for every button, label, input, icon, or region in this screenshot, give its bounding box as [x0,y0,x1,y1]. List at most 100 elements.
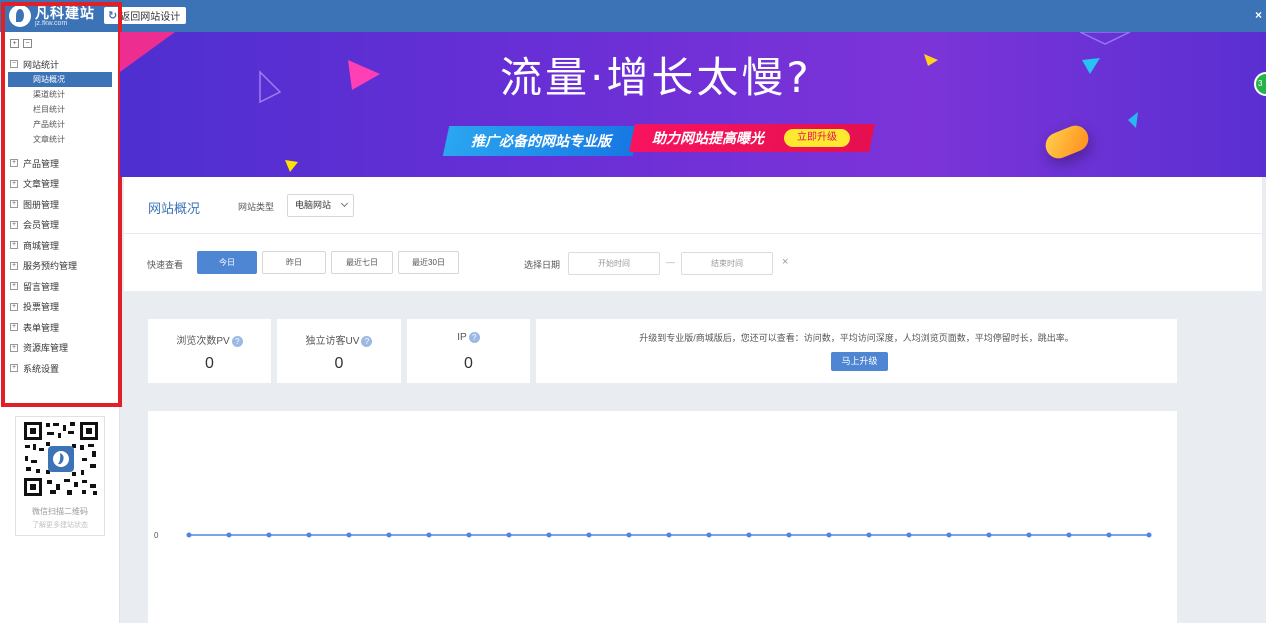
sidebar-subitem-article-stats[interactable]: 文章统计 [0,132,120,147]
upgrade-banner[interactable]: 流量·增长太慢? 推广必备的网站专业版 助力网站提高曝光 立即升级 3 [120,32,1266,177]
data-point[interactable] [1066,532,1072,538]
data-point[interactable] [826,532,832,538]
logo[interactable]: 凡科建站 jz.fkw.com [9,4,109,28]
expand-icon[interactable]: + [10,343,18,352]
expand-icon[interactable]: + [10,220,18,229]
upgrade-now-button[interactable]: 马上升级 [831,352,888,371]
sidebar-item-messages[interactable]: + 留言管理 [0,276,120,297]
data-point[interactable] [626,532,632,538]
expand-icon[interactable]: + [10,261,18,270]
sidebar-item-booking[interactable]: + 服务预约管理 [0,256,120,277]
start-date-input[interactable]: 开始时间 [568,252,660,275]
data-point[interactable] [506,532,512,538]
expand-icon[interactable]: + [10,323,18,332]
sidebar-item-forms[interactable]: + 表单管理 [0,317,120,338]
data-point[interactable] [866,532,872,538]
last-7-days-button[interactable]: 最近七日 [331,251,393,274]
qr-subcaption: 了解更多建站状态 [32,522,88,529]
data-point[interactable] [1146,532,1152,538]
expand-icon[interactable]: + [10,200,18,209]
top-bar: 凡科建站 jz.fkw.com ↻ 返回网站设计 × [0,0,1266,32]
help-icon[interactable]: ? [231,335,243,347]
logo-icon [9,5,31,27]
upgrade-text: 升级到专业版/商城版后，您还可以查看：访问数，平均访问深度，人均浏览页面数，平均… [639,333,1074,343]
expand-all-icon[interactable]: + [10,39,19,48]
refresh-icon: ↻ [108,10,118,22]
close-icon[interactable]: × [1255,8,1262,22]
site-stats-submenu: 网站概况 渠道统计 栏目统计 产品统计 文章统计 [0,72,120,147]
data-point[interactable] [266,532,272,538]
data-point[interactable] [466,532,472,538]
expand-icon[interactable]: + [10,179,18,188]
expand-icon[interactable]: + [10,159,18,168]
today-button[interactable]: 今日 [197,251,257,274]
data-point[interactable] [546,532,552,538]
ip-value: 0 [464,355,473,372]
data-point[interactable] [906,532,912,538]
sidebar-item-settings[interactable]: + 系统设置 [0,358,120,379]
help-icon[interactable]: ? [361,335,373,347]
visits-line-chart: 0 [154,531,1152,540]
last-30-days-button[interactable]: 最近30日 [398,251,459,274]
chart-panel: 0 [148,411,1177,623]
sidebar-subitem-overview[interactable]: 网站概况 [8,72,112,87]
sidebar-item-label: 文章管理 [23,179,60,190]
sidebar-item-label: 投票管理 [23,302,60,313]
uv-value: 0 [334,355,344,372]
ip-card: IP? 0 [407,319,530,383]
sidebar-item-mall[interactable]: + 商城管理 [0,235,120,256]
sidebar-item-articles[interactable]: + 文章管理 [0,174,120,195]
uv-label: 独立访客UV [305,336,360,347]
expand-icon[interactable]: + [10,302,18,311]
data-point[interactable] [346,532,352,538]
sidebar-item-products[interactable]: + 产品管理 [0,153,120,174]
expand-icon[interactable]: + [10,282,18,291]
overview-header: 网站概况 网站类型 电脑网站 [124,177,1262,234]
data-point[interactable] [426,532,432,538]
data-point[interactable] [226,532,232,538]
sidebar-item-label: 服务预约管理 [23,261,78,272]
sidebar-subitem-column-stats[interactable]: 栏目统计 [0,102,120,117]
qr-code-image [22,420,100,498]
help-icon[interactable]: ? [468,332,480,343]
qr-caption: 微信扫描二维码 [32,507,88,516]
data-point[interactable] [1026,532,1032,538]
sidebar-item-resources[interactable]: + 资源库管理 [0,338,120,359]
data-point[interactable] [1106,532,1112,538]
sidebar-subitem-product-stats[interactable]: 产品统计 [0,117,120,132]
data-point[interactable] [786,532,792,538]
chevron-down-icon [340,199,349,208]
quick-view-label: 快速查看 [147,260,184,270]
data-point[interactable] [746,532,752,538]
sidebar-subitem-channel-stats[interactable]: 渠道统计 [0,87,120,102]
sidebar-item-votes[interactable]: + 投票管理 [0,297,120,318]
collapse-all-icon[interactable]: − [23,39,32,48]
sidebar-item-site-stats[interactable]: − 网站统计 [0,56,120,72]
date-label: 选择日期 [524,260,561,270]
collapse-icon[interactable]: − [10,60,18,68]
logo-name: 凡科建站 [35,4,95,21]
site-type-select[interactable]: 电脑网站 [287,194,354,217]
data-point[interactable] [186,532,192,538]
banner-upgrade-button[interactable]: 立即升级 [784,129,850,147]
sidebar-item-members[interactable]: + 会员管理 [0,215,120,236]
clear-date-icon[interactable]: × [782,256,788,268]
logo-url: jz.fkw.com [35,19,68,27]
expand-icon[interactable]: + [10,364,18,373]
banner-title: 流量·增长太慢? [500,53,812,102]
back-to-design-button[interactable]: ↻ 返回网站设计 [104,7,187,24]
data-point[interactable] [946,532,952,538]
sidebar-item-albums[interactable]: + 图册管理 [0,194,120,215]
sidebar-item-label: 产品管理 [23,158,60,169]
back-to-design-label: 返回网站设计 [120,12,181,23]
sidebar-item-label: 商城管理 [23,240,60,251]
data-point[interactable] [666,532,672,538]
data-point[interactable] [706,532,712,538]
end-date-input[interactable]: 结束时间 [681,252,773,275]
data-point[interactable] [386,532,392,538]
data-point[interactable] [306,532,312,538]
data-point[interactable] [986,532,992,538]
yesterday-button[interactable]: 昨日 [262,251,326,274]
expand-icon[interactable]: + [10,241,18,250]
data-point[interactable] [586,532,592,538]
